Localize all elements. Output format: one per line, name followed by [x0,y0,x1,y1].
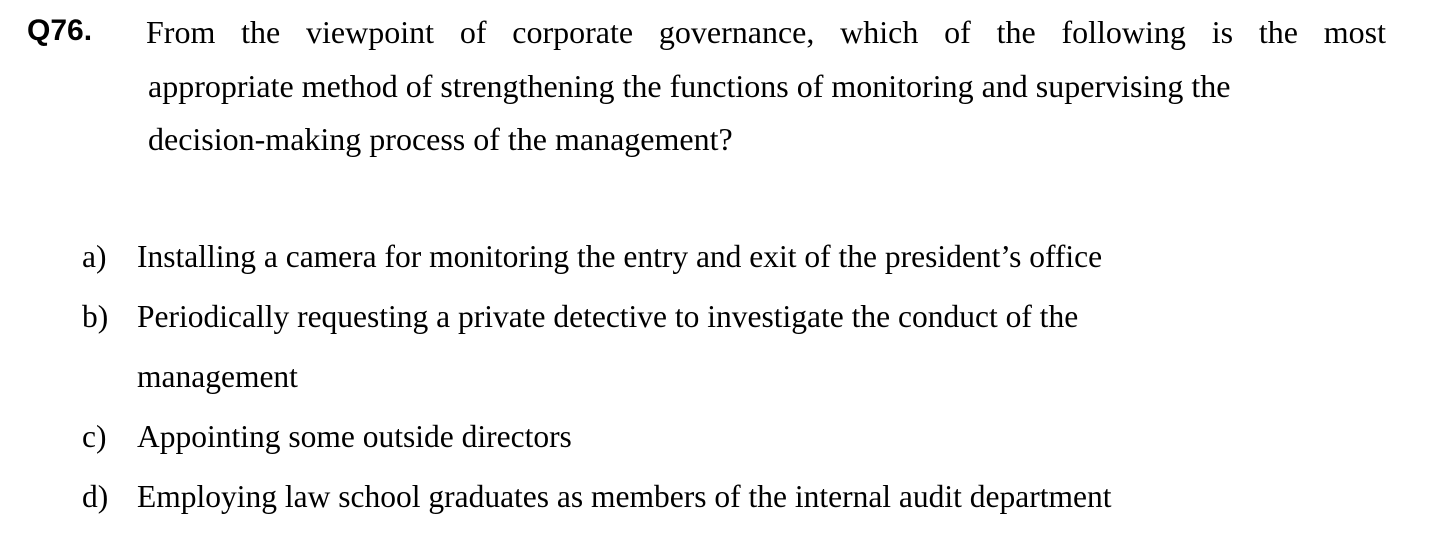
option-text: Employing law school graduates as member… [137,479,1112,514]
option-label: c) [82,419,107,454]
option-text: Appointing some outside directors [137,419,572,454]
option-text: Periodically requesting a private detect… [137,299,1079,334]
option-label: a) [82,239,107,274]
option-text: management [137,359,298,394]
option-text: Installing a camera for monitoring the e… [137,239,1103,274]
question-text-line: decision-making process of the managemen… [148,121,733,157]
question-text-line: appropriate method of strengthening the … [148,68,1231,104]
question-number: Q76. [27,14,93,47]
question-text-line: From the viewpoint of corporate governan… [146,14,1386,50]
option-label: b) [82,299,109,334]
option-label: d) [82,479,109,514]
